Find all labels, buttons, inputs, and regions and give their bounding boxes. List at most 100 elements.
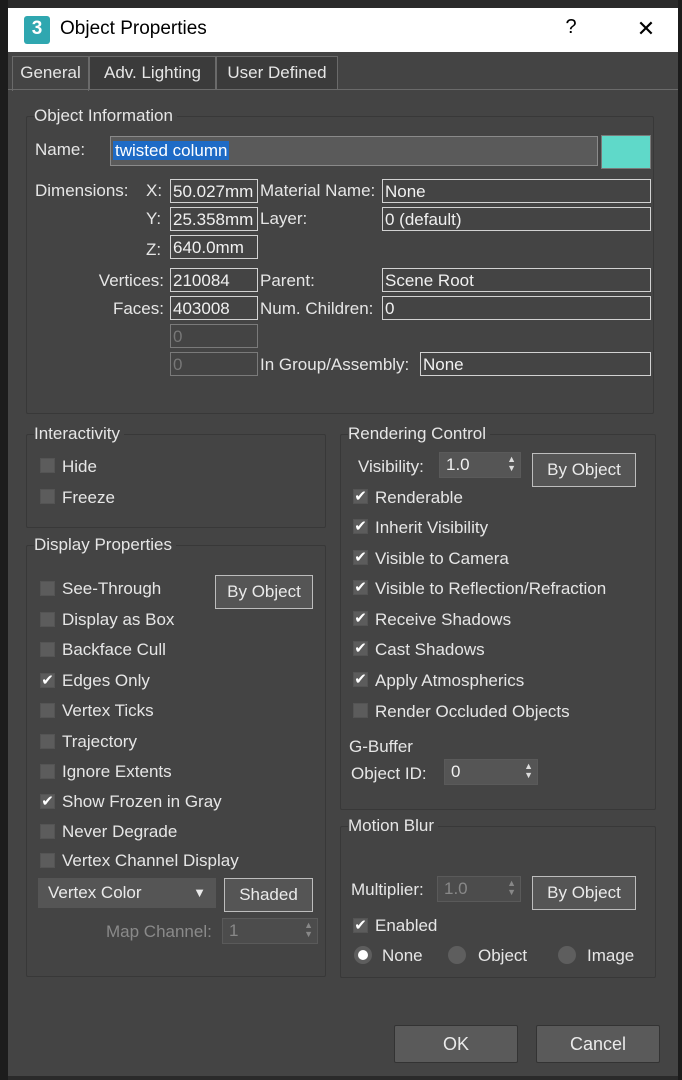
map-channel-value: 1 <box>229 921 239 940</box>
freeze-label: Freeze <box>62 488 115 507</box>
spinner-arrows-icon: ▲ ▼ <box>507 878 516 897</box>
blur-none-label: None <box>382 946 423 965</box>
apply-atmospherics-checkbox[interactable]: ✔ <box>353 672 368 687</box>
num-children-value: 0 <box>382 296 651 320</box>
parent-value: Scene Root <box>382 268 651 292</box>
visible-to-reflection-label: Visible to Reflection/Refraction <box>375 579 607 598</box>
edges-only-label: Edges Only <box>62 671 150 690</box>
display-as-box-checkbox[interactable] <box>40 612 55 627</box>
show-frozen-gray-checkbox[interactable]: ✔ <box>40 794 55 809</box>
object-id-value: 0 <box>451 762 461 781</box>
edges-only-checkbox[interactable]: ✔ <box>40 673 55 688</box>
layer-value: 0 (default) <box>382 207 651 231</box>
render-occluded-label: Render Occluded Objects <box>375 702 570 721</box>
visibility-spinner[interactable]: 1.0 ▲ ▼ <box>439 452 521 478</box>
vertex-ticks-checkbox[interactable] <box>40 703 55 718</box>
visibility-label: Visibility: <box>358 457 424 476</box>
parent-label: Parent: <box>260 271 315 290</box>
tab-divider <box>8 89 678 90</box>
group-assembly-value: None <box>420 352 651 376</box>
multiplier-value: 1.0 <box>444 879 468 898</box>
hide-checkbox[interactable] <box>40 458 55 473</box>
receive-shadows-label: Receive Shadows <box>375 610 512 629</box>
window-edge-left <box>0 0 8 1080</box>
freeze-checkbox[interactable] <box>40 489 55 504</box>
name-value: twisted column <box>113 141 230 160</box>
tab-adv-lighting[interactable]: Adv. Lighting <box>89 56 216 89</box>
chevron-down-icon: ▼ <box>193 885 206 900</box>
interactivity-title: Interactivity <box>34 424 124 444</box>
close-icon[interactable]: ✕ <box>626 16 666 42</box>
blur-image-radio[interactable] <box>558 946 576 964</box>
spinner-arrows-icon: ▲ ▼ <box>304 920 313 939</box>
never-degrade-label: Never Degrade <box>62 822 178 841</box>
blur-object-radio[interactable] <box>448 946 466 964</box>
dim-x-value: 50.027mm <box>170 179 258 203</box>
multiplier-spinner[interactable]: 1.0 ▲ ▼ <box>437 876 521 902</box>
faces-label: Faces: <box>112 299 164 318</box>
app-icon: 3 <box>24 16 50 44</box>
tab-user-defined[interactable]: User Defined <box>216 56 338 89</box>
motion-blur-enabled-checkbox[interactable]: ✔ <box>353 918 368 933</box>
spinner-arrows-icon: ▲ ▼ <box>507 454 516 473</box>
vertices-value: 210084 <box>170 268 258 292</box>
display-as-box-label: Display as Box <box>62 610 175 629</box>
multiplier-label: Multiplier: <box>351 880 424 899</box>
renderable-label: Renderable <box>375 488 463 507</box>
ignore-extents-label: Ignore Extents <box>62 762 172 781</box>
group-assembly-label: In Group/Assembly: <box>260 355 410 374</box>
ok-button[interactable]: OK <box>394 1025 518 1063</box>
rendering-by-object-button[interactable]: By Object <box>532 453 636 487</box>
receive-shadows-checkbox[interactable]: ✔ <box>353 611 368 626</box>
cast-shadows-checkbox[interactable]: ✔ <box>353 641 368 656</box>
num-children-label: Num. Children: <box>260 299 374 318</box>
object-id-label: Object ID: <box>351 764 427 783</box>
name-input[interactable]: twisted column <box>110 136 598 166</box>
vertex-color-dropdown[interactable]: Vertex Color ▼ <box>38 878 216 908</box>
help-button[interactable]: ? <box>556 16 586 39</box>
backface-cull-checkbox[interactable] <box>40 642 55 657</box>
see-through-checkbox[interactable] <box>40 581 55 596</box>
vertex-channel-display-label: Vertex Channel Display <box>62 851 239 870</box>
object-id-spinner[interactable]: 0 ▲ ▼ <box>444 759 538 785</box>
vertex-color-value: Vertex Color <box>48 883 142 902</box>
ignore-extents-checkbox[interactable] <box>40 764 55 779</box>
vertices-label: Vertices: <box>98 271 164 290</box>
visibility-value: 1.0 <box>446 455 470 474</box>
motion-blur-by-object-button[interactable]: By Object <box>532 876 636 910</box>
object-color-swatch[interactable] <box>601 135 651 169</box>
visible-to-camera-checkbox[interactable]: ✔ <box>353 550 368 565</box>
backface-cull-label: Backface Cull <box>62 640 166 659</box>
dimensions-label: Dimensions: <box>35 181 129 200</box>
blur-image-label: Image <box>587 946 635 965</box>
faces-value: 403008 <box>170 296 258 320</box>
extra-count-2: 0 <box>170 352 258 376</box>
trajectory-checkbox[interactable] <box>40 734 55 749</box>
gbuffer-title: G-Buffer <box>349 737 413 756</box>
cancel-button[interactable]: Cancel <box>536 1025 660 1063</box>
map-channel-spinner[interactable]: 1 ▲ ▼ <box>222 918 318 944</box>
never-degrade-checkbox[interactable] <box>40 824 55 839</box>
vertex-channel-display-checkbox[interactable] <box>40 853 55 868</box>
inherit-visibility-checkbox[interactable]: ✔ <box>353 519 368 534</box>
renderable-checkbox[interactable]: ✔ <box>353 489 368 504</box>
shaded-button[interactable]: Shaded <box>224 878 313 912</box>
dim-x-label: X: <box>146 181 163 200</box>
layer-label: Layer: <box>260 209 308 228</box>
map-channel-label: Map Channel: <box>106 922 212 941</box>
cast-shadows-label: Cast Shadows <box>375 640 485 659</box>
render-occluded-checkbox[interactable] <box>353 703 368 718</box>
visible-to-camera-label: Visible to Camera <box>375 549 509 568</box>
display-properties-title: Display Properties <box>34 535 176 555</box>
title-bar: 3 Object Properties ? ✕ <box>8 8 678 52</box>
extra-count-1: 0 <box>170 324 258 348</box>
visible-to-reflection-checkbox[interactable]: ✔ <box>353 580 368 595</box>
vertex-ticks-label: Vertex Ticks <box>62 701 154 720</box>
display-by-object-button[interactable]: By Object <box>215 575 313 609</box>
tab-general[interactable]: General <box>12 56 89 91</box>
see-through-label: See-Through <box>62 579 162 598</box>
material-name-value: None <box>382 179 651 203</box>
blur-none-radio[interactable] <box>354 946 372 964</box>
name-label: Name: <box>35 140 86 159</box>
dim-z-value: 640.0mm <box>170 235 258 259</box>
